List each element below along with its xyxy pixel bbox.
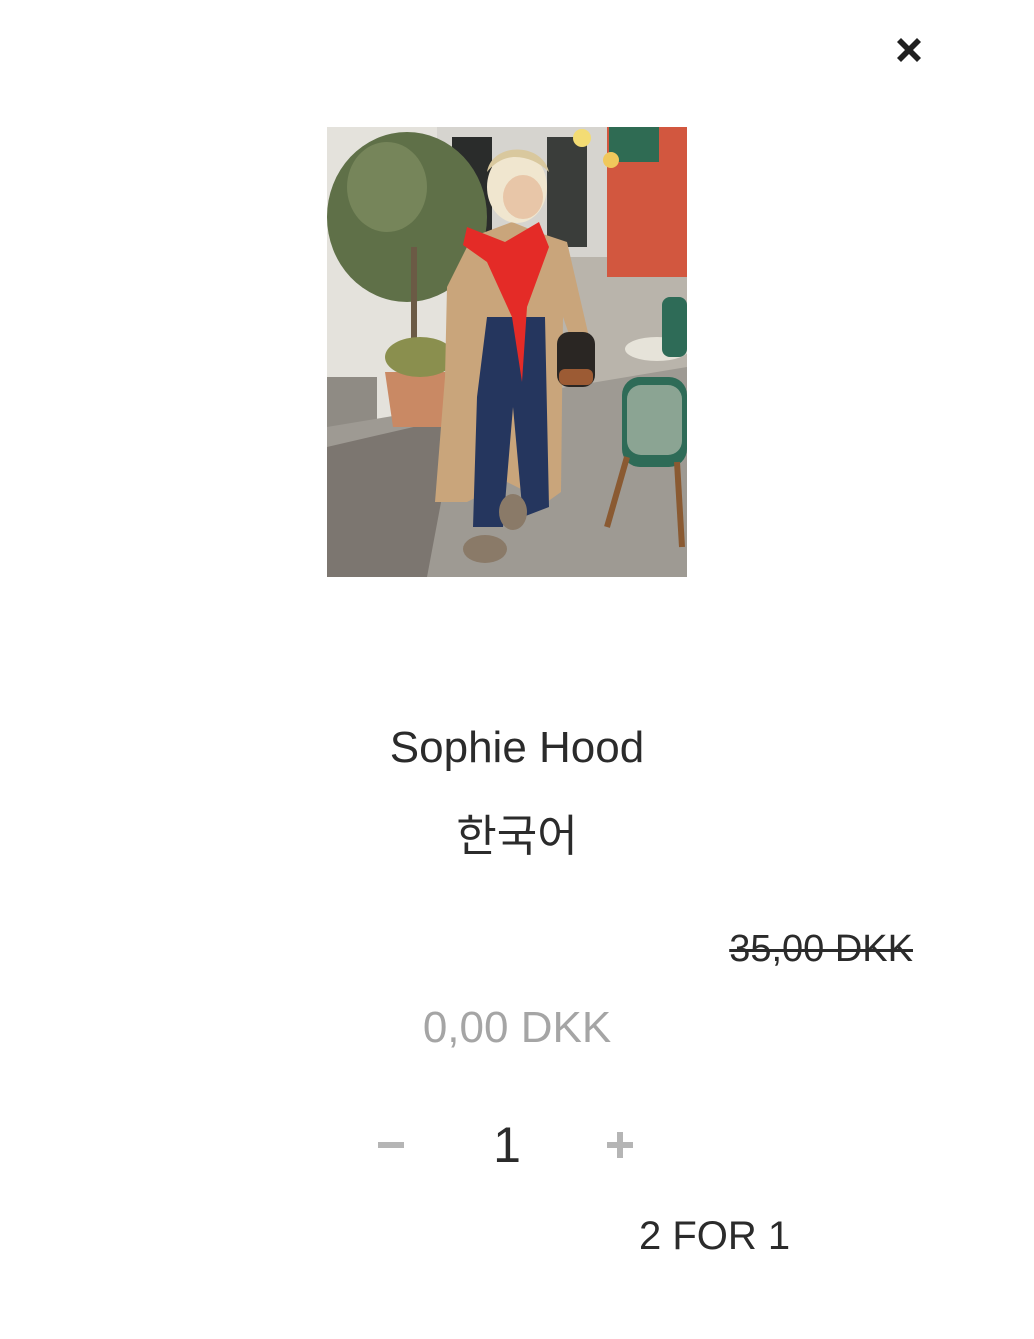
product-photo <box>327 127 687 577</box>
product-language: 한국어 <box>456 812 578 861</box>
quantity-decrement-button[interactable] <box>364 1117 420 1173</box>
product-title: Sophie Hood <box>389 723 645 772</box>
minus-icon <box>378 1142 404 1148</box>
close-icon <box>897 38 921 62</box>
plus-icon <box>607 1132 633 1158</box>
quantity-value: 1 <box>493 1117 521 1173</box>
product-image <box>327 127 687 577</box>
promo-label: 2 FOR 1 <box>639 1214 791 1258</box>
sale-price: 0,00 DKK <box>422 1003 612 1052</box>
quantity-stepper: 1 <box>360 1117 654 1173</box>
original-price: 35,00 DKK <box>729 928 913 970</box>
quantity-increment-button[interactable] <box>593 1117 649 1173</box>
close-button[interactable] <box>889 30 929 70</box>
